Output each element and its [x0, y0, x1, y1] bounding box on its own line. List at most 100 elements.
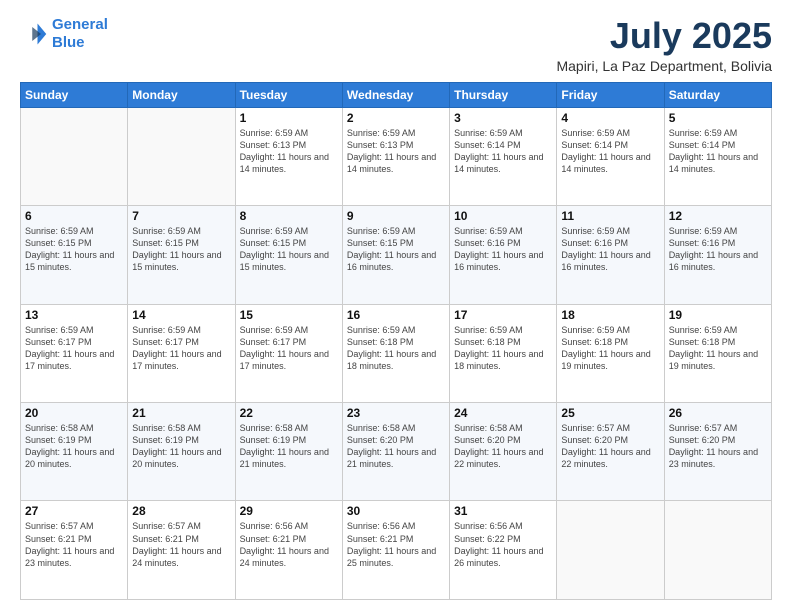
day-number: 16: [347, 308, 445, 322]
cell-details: Sunrise: 6:56 AM Sunset: 6:21 PM Dayligh…: [240, 520, 338, 569]
logo-line2: Blue: [52, 34, 85, 51]
table-row: 10 Sunrise: 6:59 AM Sunset: 6:16 PM Dayli…: [450, 206, 557, 304]
table-row: 14 Sunrise: 6:59 AM Sunset: 6:17 PM Dayli…: [128, 304, 235, 402]
col-tuesday: Tuesday: [235, 82, 342, 107]
table-row: [557, 501, 664, 600]
day-number: 2: [347, 111, 445, 125]
table-row: 5Sunrise: 6:59 AM Sunset: 6:14 PM Daylig…: [664, 107, 771, 205]
table-row: 26Sunrise: 6:57 AM Sunset: 6:20 PM Dayli…: [664, 403, 771, 501]
table-row: 23Sunrise: 6:58 AM Sunset: 6:20 PM Dayli…: [342, 403, 449, 501]
cell-details: Sunrise: 6:59 AM Sunset: 6:18 PM Dayligh…: [454, 324, 552, 373]
day-number: 20: [25, 406, 123, 420]
table-row: 27 Sunrise: 6:57 AM Sunset: 6:21 PM Dayli…: [21, 501, 128, 600]
table-row: 13 Sunrise: 6:59 AM Sunset: 6:17 PM Dayli…: [21, 304, 128, 402]
day-number: 10: [454, 209, 552, 223]
title-block: July 2025 Mapiri, La Paz Department, Bol…: [556, 16, 772, 74]
table-row: 6 Sunrise: 6:59 AM Sunset: 6:15 PM Daylig…: [21, 206, 128, 304]
col-thursday: Thursday: [450, 82, 557, 107]
table-row: 4 Sunrise: 6:59 AM Sunset: 6:14 PM Daylig…: [557, 107, 664, 205]
cell-details: Sunrise: 6:59 AM Sunset: 6:18 PM Dayligh…: [561, 324, 659, 373]
day-number: 4: [561, 111, 659, 125]
cell-details: Sunrise: 6:59 AM Sunset: 6:16 PM Dayligh…: [561, 225, 659, 274]
day-number: 7: [132, 209, 230, 223]
day-number: 24: [454, 406, 552, 420]
col-sunday: Sunday: [21, 82, 128, 107]
header: General Blue July 2025 Mapiri, La Paz De…: [20, 16, 772, 74]
page: General Blue July 2025 Mapiri, La Paz De…: [0, 0, 792, 612]
table-row: 12Sunrise: 6:59 AM Sunset: 6:16 PM Dayli…: [664, 206, 771, 304]
table-row: [664, 501, 771, 600]
cell-details: Sunrise: 6:59 AM Sunset: 6:14 PM Dayligh…: [561, 127, 659, 176]
table-row: 11 Sunrise: 6:59 AM Sunset: 6:16 PM Dayli…: [557, 206, 664, 304]
cell-details: Sunrise: 6:59 AM Sunset: 6:18 PM Dayligh…: [347, 324, 445, 373]
cell-details: Sunrise: 6:59 AM Sunset: 6:15 PM Dayligh…: [347, 225, 445, 274]
logo-text: General Blue: [52, 16, 108, 52]
day-number: 8: [240, 209, 338, 223]
col-wednesday: Wednesday: [342, 82, 449, 107]
table-row: 7 Sunrise: 6:59 AM Sunset: 6:15 PM Daylig…: [128, 206, 235, 304]
col-saturday: Saturday: [664, 82, 771, 107]
col-monday: Monday: [128, 82, 235, 107]
day-number: 25: [561, 406, 659, 420]
table-row: 1 Sunrise: 6:59 AM Sunset: 6:13 PM Daylig…: [235, 107, 342, 205]
day-number: 11: [561, 209, 659, 223]
table-row: 28Sunrise: 6:57 AM Sunset: 6:21 PM Dayli…: [128, 501, 235, 600]
cell-details: Sunrise: 6:57 AM Sunset: 6:21 PM Dayligh…: [25, 520, 123, 569]
day-number: 13: [25, 308, 123, 322]
cell-details: Sunrise: 6:57 AM Sunset: 6:20 PM Dayligh…: [669, 422, 767, 471]
table-row: 8Sunrise: 6:59 AM Sunset: 6:15 PM Daylig…: [235, 206, 342, 304]
location-title: Mapiri, La Paz Department, Bolivia: [556, 58, 772, 74]
day-number: 15: [240, 308, 338, 322]
cell-details: Sunrise: 6:56 AM Sunset: 6:22 PM Dayligh…: [454, 520, 552, 569]
cell-details: Sunrise: 6:59 AM Sunset: 6:14 PM Dayligh…: [454, 127, 552, 176]
calendar-week-row: 13 Sunrise: 6:59 AM Sunset: 6:17 PM Dayli…: [21, 304, 772, 402]
cell-details: Sunrise: 6:58 AM Sunset: 6:19 PM Dayligh…: [25, 422, 123, 471]
day-number: 17: [454, 308, 552, 322]
calendar-table: Sunday Monday Tuesday Wednesday Thursday…: [20, 82, 772, 600]
table-row: [21, 107, 128, 205]
day-number: 18: [561, 308, 659, 322]
day-number: 27: [25, 504, 123, 518]
table-row: 18 Sunrise: 6:59 AM Sunset: 6:18 PM Dayli…: [557, 304, 664, 402]
cell-details: Sunrise: 6:57 AM Sunset: 6:21 PM Dayligh…: [132, 520, 230, 569]
cell-details: Sunrise: 6:59 AM Sunset: 6:15 PM Dayligh…: [25, 225, 123, 274]
day-number: 22: [240, 406, 338, 420]
day-number: 3: [454, 111, 552, 125]
table-row: 20 Sunrise: 6:58 AM Sunset: 6:19 PM Dayli…: [21, 403, 128, 501]
table-row: 25 Sunrise: 6:57 AM Sunset: 6:20 PM Dayli…: [557, 403, 664, 501]
cell-details: Sunrise: 6:59 AM Sunset: 6:17 PM Dayligh…: [25, 324, 123, 373]
day-number: 19: [669, 308, 767, 322]
logo: General Blue: [20, 16, 108, 52]
table-row: 15Sunrise: 6:59 AM Sunset: 6:17 PM Dayli…: [235, 304, 342, 402]
day-number: 14: [132, 308, 230, 322]
cell-details: Sunrise: 6:59 AM Sunset: 6:13 PM Dayligh…: [240, 127, 338, 176]
calendar-week-row: 27 Sunrise: 6:57 AM Sunset: 6:21 PM Dayli…: [21, 501, 772, 600]
day-number: 9: [347, 209, 445, 223]
calendar-week-row: 20 Sunrise: 6:58 AM Sunset: 6:19 PM Dayli…: [21, 403, 772, 501]
day-number: 6: [25, 209, 123, 223]
day-number: 5: [669, 111, 767, 125]
cell-details: Sunrise: 6:59 AM Sunset: 6:13 PM Dayligh…: [347, 127, 445, 176]
cell-details: Sunrise: 6:59 AM Sunset: 6:15 PM Dayligh…: [132, 225, 230, 274]
table-row: 22Sunrise: 6:58 AM Sunset: 6:19 PM Dayli…: [235, 403, 342, 501]
table-row: 30 Sunrise: 6:56 AM Sunset: 6:21 PM Dayli…: [342, 501, 449, 600]
cell-details: Sunrise: 6:59 AM Sunset: 6:16 PM Dayligh…: [454, 225, 552, 274]
cell-details: Sunrise: 6:59 AM Sunset: 6:17 PM Dayligh…: [132, 324, 230, 373]
table-row: 31 Sunrise: 6:56 AM Sunset: 6:22 PM Dayli…: [450, 501, 557, 600]
day-number: 29: [240, 504, 338, 518]
day-number: 30: [347, 504, 445, 518]
cell-details: Sunrise: 6:57 AM Sunset: 6:20 PM Dayligh…: [561, 422, 659, 471]
table-row: 24 Sunrise: 6:58 AM Sunset: 6:20 PM Dayli…: [450, 403, 557, 501]
day-number: 1: [240, 111, 338, 125]
cell-details: Sunrise: 6:56 AM Sunset: 6:21 PM Dayligh…: [347, 520, 445, 569]
table-row: 17 Sunrise: 6:59 AM Sunset: 6:18 PM Dayli…: [450, 304, 557, 402]
day-number: 21: [132, 406, 230, 420]
cell-details: Sunrise: 6:58 AM Sunset: 6:20 PM Dayligh…: [347, 422, 445, 471]
day-number: 31: [454, 504, 552, 518]
table-row: 16 Sunrise: 6:59 AM Sunset: 6:18 PM Dayli…: [342, 304, 449, 402]
cell-details: Sunrise: 6:58 AM Sunset: 6:20 PM Dayligh…: [454, 422, 552, 471]
table-row: 3 Sunrise: 6:59 AM Sunset: 6:14 PM Daylig…: [450, 107, 557, 205]
col-friday: Friday: [557, 82, 664, 107]
cell-details: Sunrise: 6:58 AM Sunset: 6:19 PM Dayligh…: [132, 422, 230, 471]
logo-line1: General: [52, 16, 108, 33]
